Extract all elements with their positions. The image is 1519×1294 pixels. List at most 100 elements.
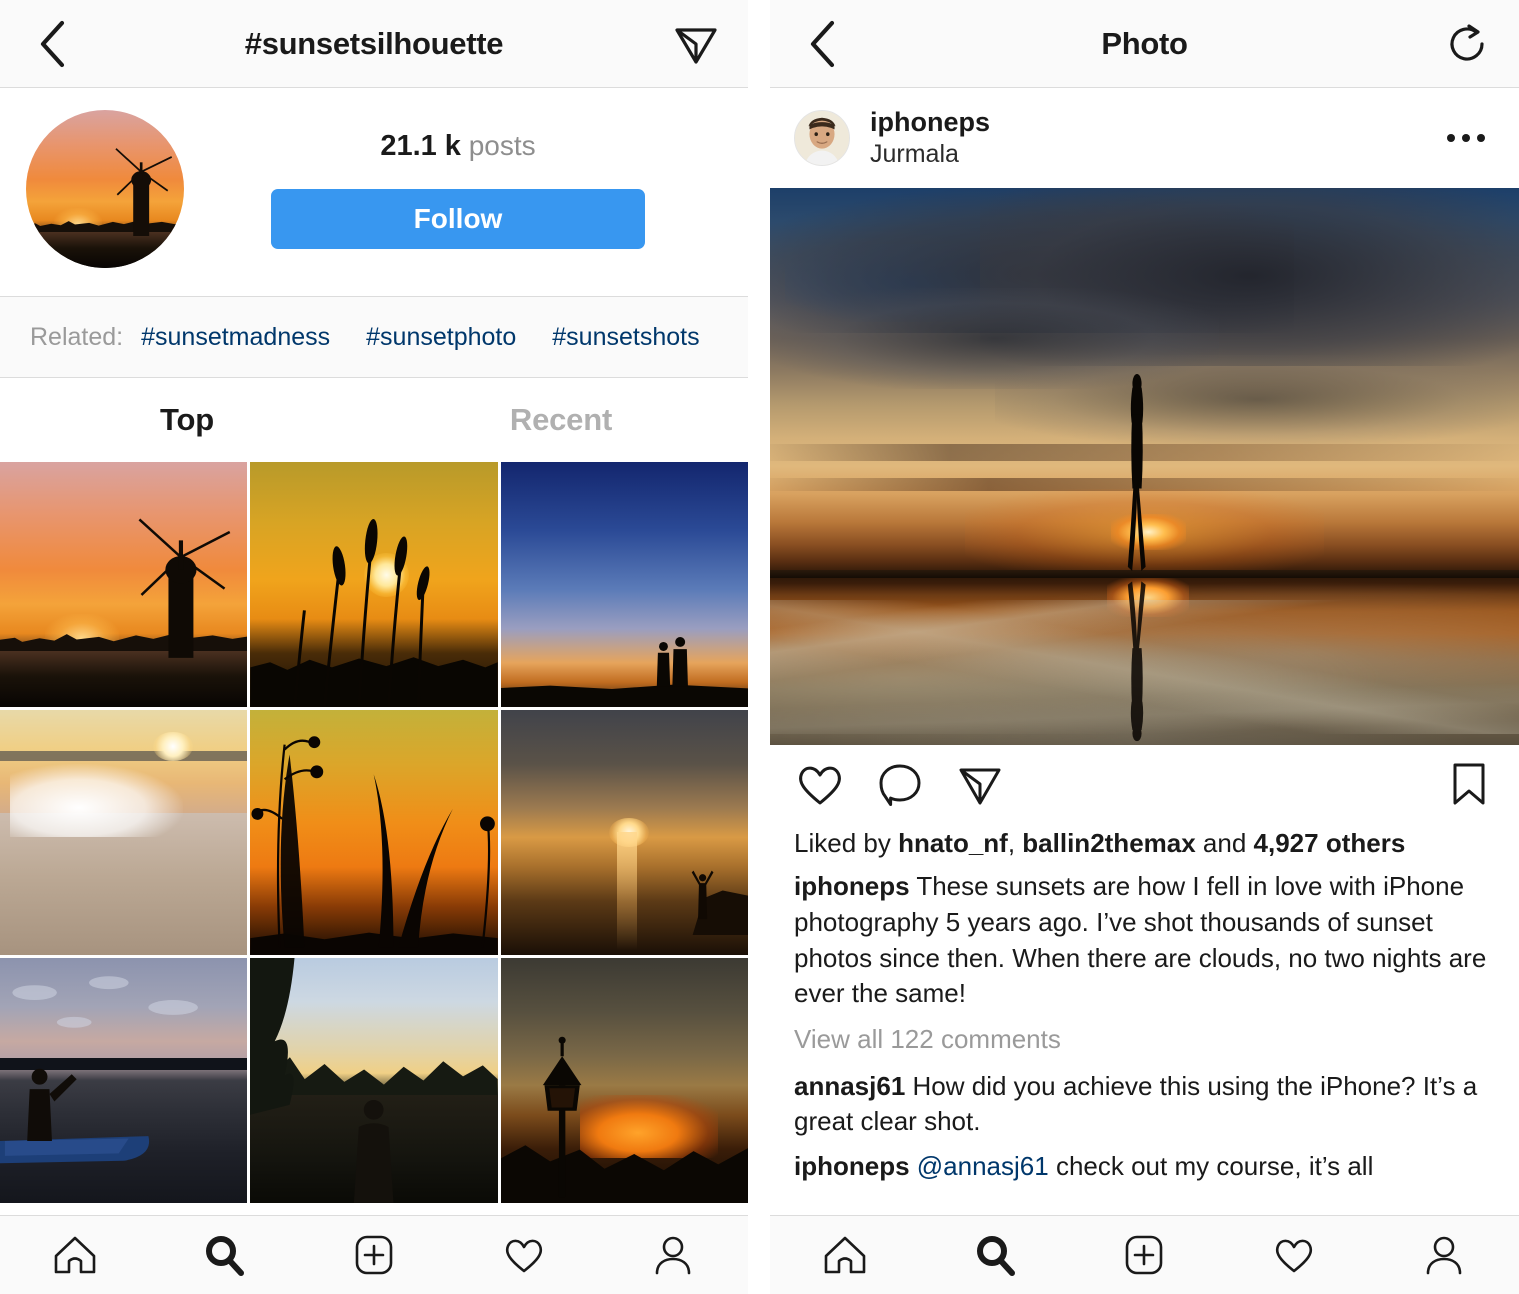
dual-screenshot-container: #sunsetsilhouette 21.1 k posts Follow Re… bbox=[0, 0, 1519, 1294]
profile-icon bbox=[655, 1236, 691, 1275]
tab-recent[interactable]: Recent bbox=[374, 378, 748, 462]
bottom-tabbar-right bbox=[770, 1215, 1519, 1294]
post-location[interactable]: Jurmala bbox=[870, 140, 990, 169]
hashtag-navbar: #sunsetsilhouette bbox=[0, 0, 748, 88]
refresh-icon bbox=[1450, 23, 1484, 61]
grid-item-4[interactable] bbox=[0, 709, 248, 955]
liker-1[interactable]: hnato_nf bbox=[898, 828, 1008, 858]
related-tag-3[interactable]: #sunsetshots bbox=[552, 323, 699, 352]
windmill-icon bbox=[115, 147, 173, 237]
walking-woman-silhouette-icon bbox=[1127, 373, 1146, 571]
more-dot bbox=[1462, 134, 1470, 142]
caption-author[interactable]: iphoneps bbox=[794, 871, 910, 901]
posts-count: 21.1 k bbox=[380, 129, 461, 162]
comment-author[interactable]: annasj61 bbox=[794, 1071, 905, 1101]
hashtag-stats: 21.1 k posts Follow bbox=[184, 130, 722, 249]
paper-plane-icon bbox=[675, 27, 717, 64]
tabbar-search[interactable] bbox=[920, 1232, 1070, 1278]
photo-grid bbox=[0, 462, 748, 1203]
tabbar-home[interactable] bbox=[770, 1232, 920, 1278]
grid-item-7[interactable] bbox=[0, 957, 248, 1203]
back-button[interactable] bbox=[796, 18, 848, 70]
grid-item-3[interactable] bbox=[500, 462, 748, 707]
tabbar-profile[interactable] bbox=[1369, 1232, 1519, 1278]
view-all-comments-link[interactable]: View all 122 comments bbox=[770, 1012, 1519, 1059]
tabbar-search[interactable] bbox=[150, 1232, 300, 1278]
profile-icon bbox=[1426, 1236, 1462, 1275]
heart-icon bbox=[505, 1239, 542, 1273]
add-post-icon bbox=[355, 1235, 393, 1275]
posts-label: posts bbox=[468, 129, 536, 161]
grid-item-6[interactable] bbox=[500, 709, 748, 955]
comment-mention[interactable]: @annasj61 bbox=[910, 1151, 1049, 1181]
search-icon bbox=[206, 1236, 245, 1276]
heart-icon bbox=[799, 766, 841, 805]
refresh-button[interactable] bbox=[1441, 18, 1493, 70]
grid-item-8[interactable] bbox=[250, 957, 498, 1203]
save-button[interactable] bbox=[1443, 758, 1495, 810]
couple-silhouette-icon bbox=[656, 637, 688, 688]
fir-tree-and-person-icon bbox=[250, 957, 394, 1203]
liker-2[interactable]: ballin2themax bbox=[1022, 828, 1195, 858]
grid-item-2[interactable] bbox=[250, 462, 498, 707]
hashtag-header: 21.1 k posts Follow bbox=[0, 88, 748, 296]
like-button[interactable] bbox=[794, 758, 846, 810]
related-tag-2[interactable]: #sunsetphoto bbox=[366, 323, 516, 352]
bookmark-icon bbox=[1453, 763, 1485, 805]
comment-button[interactable] bbox=[874, 758, 926, 810]
person-arms-up-icon bbox=[691, 870, 714, 919]
likes-separator: , bbox=[1007, 828, 1023, 858]
photo-screen: Photo iphoneps Jurmala Liked by hnato_nf… bbox=[770, 0, 1519, 1294]
heart-icon bbox=[1276, 1239, 1313, 1273]
home-icon bbox=[54, 1236, 96, 1274]
comment-author[interactable]: iphoneps bbox=[794, 1151, 910, 1181]
likes-summary: Liked by hnato_nf, ballin2themax and 4,9… bbox=[770, 823, 1519, 867]
tabbar-profile[interactable] bbox=[598, 1232, 748, 1278]
hashtag-screen: #sunsetsilhouette 21.1 k posts Follow Re… bbox=[0, 0, 748, 1294]
avatar[interactable] bbox=[794, 110, 850, 166]
related-label: Related: bbox=[30, 322, 124, 351]
more-dot bbox=[1477, 134, 1485, 142]
reed-leaves-icon bbox=[251, 736, 496, 948]
chevron-left-icon bbox=[40, 20, 65, 67]
tab-top[interactable]: Top bbox=[0, 378, 374, 462]
grid-tabs: Top Recent bbox=[0, 378, 748, 462]
comment-item: annasj61 How did you achieve this using … bbox=[770, 1059, 1519, 1139]
related-hashtags-row: Related: #sunsetmadness #sunsetphoto #su… bbox=[0, 296, 748, 378]
panel-divider bbox=[748, 0, 770, 1294]
post-photo[interactable] bbox=[770, 188, 1519, 745]
grid-item-5[interactable] bbox=[250, 709, 498, 955]
search-icon bbox=[976, 1236, 1015, 1276]
canoe-paddler-icon bbox=[0, 975, 198, 1163]
grid-item-1[interactable] bbox=[0, 462, 248, 707]
tabbar-add-post[interactable] bbox=[299, 1232, 449, 1278]
photo-navbar: Photo bbox=[770, 0, 1519, 88]
likes-others-count[interactable]: 4,927 others bbox=[1254, 828, 1406, 858]
follow-button[interactable]: Follow bbox=[271, 188, 645, 249]
grass-stalks-icon bbox=[293, 518, 430, 707]
tabbar-activity[interactable] bbox=[1219, 1232, 1369, 1278]
share-button[interactable] bbox=[954, 758, 1006, 810]
bottom-tabbar-left bbox=[0, 1215, 748, 1294]
sunset-beach-artwork bbox=[770, 188, 1519, 745]
chevron-left-icon bbox=[810, 20, 835, 67]
page-title: Photo bbox=[1101, 25, 1188, 61]
add-post-icon bbox=[1126, 1235, 1163, 1275]
back-button[interactable] bbox=[26, 18, 78, 70]
post-meta: iphoneps Jurmala bbox=[870, 107, 990, 169]
grid-item-9[interactable] bbox=[500, 957, 748, 1203]
related-tag-1[interactable]: #sunsetmadness bbox=[141, 323, 330, 352]
posts-count-line: 21.1 k posts bbox=[380, 130, 535, 163]
share-button[interactable] bbox=[670, 18, 722, 70]
avatar-artwork bbox=[26, 110, 184, 268]
tabbar-activity[interactable] bbox=[449, 1232, 599, 1278]
post-actions bbox=[770, 745, 1519, 823]
more-options-button[interactable] bbox=[1437, 124, 1495, 152]
paper-plane-icon bbox=[959, 768, 1001, 805]
tabbar-home[interactable] bbox=[0, 1232, 150, 1278]
post-username[interactable]: iphoneps bbox=[870, 107, 990, 138]
street-lamp-icon bbox=[543, 1037, 582, 1198]
hashtag-avatar bbox=[26, 110, 184, 268]
tabbar-add-post[interactable] bbox=[1070, 1232, 1220, 1278]
post-caption: iphoneps These sunsets are how I fell in… bbox=[770, 867, 1519, 1013]
